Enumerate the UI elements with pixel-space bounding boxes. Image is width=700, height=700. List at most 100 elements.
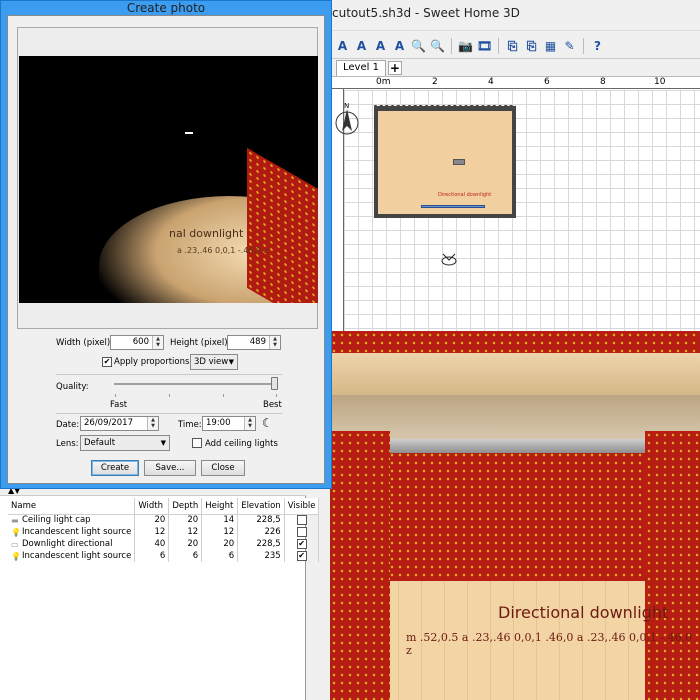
ceiling-light-icon[interactable] [453, 159, 465, 165]
apply-proportions-checkbox[interactable]: ✔ [102, 357, 112, 367]
visible-checkbox[interactable] [296, 515, 307, 525]
screen: cutout5.sh3d - Sweet Home 3D A A A A 🔍 🔍… [0, 0, 700, 700]
ruler-label: 0m [376, 77, 391, 87]
plugin-icon[interactable]: ✎ [561, 38, 578, 55]
3d-view[interactable]: Directional downlight m .52,0.5 a .23,.4… [330, 331, 700, 700]
cell-visible: ✔ [284, 538, 320, 550]
create-photo-icon[interactable]: 📷 [457, 38, 474, 55]
height-field[interactable]: 489 ▲ ▼ [227, 335, 281, 350]
ruler-label: 6 [544, 77, 550, 87]
svg-text:N: N [344, 102, 349, 110]
toolbar-separator [583, 38, 584, 54]
width-spinner[interactable]: ▲ ▼ [152, 336, 163, 349]
bold-text-icon[interactable]: A [353, 38, 370, 55]
preview-image: nal downlight a .23,.46 0,0,1 -.46,0 z [19, 56, 318, 303]
table-row[interactable]: ▭ Downlight directional 40 20 20 228,5 ✔ [8, 538, 320, 550]
import-texture-icon[interactable]: ⎘ [523, 38, 540, 55]
cell-name: 💡Incandescent light source [8, 550, 136, 562]
room[interactable] [374, 106, 516, 218]
table-row[interactable]: 💡Incandescent light source 6 6 6 235 ✔ [8, 550, 320, 562]
create-button[interactable]: Create [91, 460, 139, 476]
date-spinner[interactable]: ▲ ▼ [147, 417, 158, 430]
room-label[interactable]: Directional downlight [438, 192, 491, 198]
add-level-button[interactable]: + [387, 61, 402, 75]
import-furniture-icon[interactable]: ⎘ [504, 38, 521, 55]
column-header-width[interactable]: Width [134, 498, 170, 515]
import-background-icon[interactable]: ▦ [542, 38, 559, 55]
zoom-out-icon[interactable]: 🔍 [429, 38, 446, 55]
ceiling-lights-checkbox[interactable] [192, 438, 202, 448]
toolbar-separator [498, 38, 499, 54]
toolbar-separator [451, 38, 452, 54]
ruler-label: 4 [488, 77, 494, 87]
quality-tick [169, 394, 170, 397]
quality-slider-thumb[interactable] [271, 377, 278, 390]
zoom-in-icon[interactable]: 🔍 [410, 38, 427, 55]
cell-name: 💡Incandescent light source [8, 526, 136, 538]
cell-width: 6 [134, 550, 170, 562]
row-name: Downlight directional [22, 539, 113, 549]
cell-elevation: 228,5 [237, 514, 285, 526]
width-field[interactable]: 600 ▲ ▼ [110, 335, 164, 350]
height-value: 489 [249, 337, 266, 347]
date-label: Date: [56, 420, 80, 430]
close-button[interactable]: Close [201, 460, 245, 476]
time-spinner[interactable]: ▲ ▼ [244, 417, 255, 430]
row-name: Incandescent light source [22, 527, 132, 537]
height-spinner[interactable]: ▲ ▼ [269, 336, 280, 349]
column-header-elevation[interactable]: Elevation [237, 498, 285, 515]
date-value: 26/09/2017 [84, 418, 133, 428]
observer-camera-icon[interactable] [440, 252, 458, 266]
increase-text-icon[interactable]: A [372, 38, 389, 55]
height-label: Height (pixel): [170, 338, 231, 348]
help-icon[interactable]: ? [589, 38, 606, 55]
quality-slider-track[interactable] [114, 383, 278, 385]
proportions-value: 3D view [194, 357, 229, 367]
text-style-icon[interactable]: A [334, 38, 351, 55]
quality-tick [115, 394, 116, 397]
furniture-table: Name Width Depth Height Elevation Visibl… [8, 498, 320, 562]
left-wall [330, 431, 390, 700]
lens-select[interactable]: Default ▼ [80, 435, 170, 451]
dialog-body: nal downlight a .23,.46 0,0,1 -.46,0 z W… [7, 15, 325, 484]
table-header-row: Name Width Depth Height Elevation Visibl… [8, 498, 320, 515]
light-cap-icon: ▬ [11, 515, 19, 525]
decrease-text-icon[interactable]: A [391, 38, 408, 55]
light-bulb-icon: 💡 [11, 527, 21, 537]
plan-view[interactable]: Level 1 + 0m 2 4 6 8 10 N Directional do… [332, 58, 700, 331]
selected-downlight[interactable] [421, 205, 485, 208]
table-row[interactable]: ▬ Ceiling light cap 20 20 14 228,5 [8, 514, 320, 526]
ruler-label: 8 [600, 77, 606, 87]
ceiling-board [330, 353, 700, 395]
visible-checkbox[interactable]: ✔ [296, 550, 307, 561]
time-field[interactable]: 19:00 ▲ ▼ [202, 416, 256, 431]
table-row[interactable]: 💡Incandescent light source 12 12 12 226 [8, 526, 320, 538]
preview-top-margin [18, 28, 317, 56]
row-name: Ceiling light cap [22, 515, 91, 526]
cell-name: ▭ Downlight directional [8, 538, 136, 550]
separator [56, 374, 282, 375]
tab-level-1[interactable]: Level 1 [336, 60, 386, 76]
cell-name: ▬ Ceiling light cap [8, 514, 136, 526]
dialog-title[interactable]: Create photo [1, 1, 331, 15]
cell-depth: 20 [168, 538, 203, 550]
downlight-icon: ▭ [11, 539, 19, 549]
visible-checkbox[interactable] [296, 526, 307, 537]
column-header-visible[interactable]: Visible [284, 498, 320, 515]
ruler-label: 2 [432, 77, 438, 87]
visible-checkbox[interactable]: ✔ [296, 538, 307, 549]
create-video-icon[interactable]: 🎞 [476, 38, 493, 55]
main-toolbar: A A A A 🔍 🔍 📷 🎞 ⎘ ⎘ ▦ ✎ ? [332, 35, 700, 57]
save-button[interactable]: Save... [144, 460, 196, 476]
date-field[interactable]: 26/09/2017 ▲ ▼ [80, 416, 159, 431]
cell-visible [284, 514, 320, 526]
proportions-select[interactable]: 3D view ▼ [190, 354, 238, 370]
lens-label: Lens: [56, 439, 79, 449]
column-header-name[interactable]: Name [8, 498, 136, 515]
cell-depth: 12 [168, 526, 203, 538]
column-header-depth[interactable]: Depth [168, 498, 203, 515]
column-header-height[interactable]: Height [201, 498, 239, 515]
cell-height: 12 [201, 526, 239, 538]
compass-icon[interactable]: N [334, 101, 360, 137]
lens-value: Default [84, 438, 116, 448]
